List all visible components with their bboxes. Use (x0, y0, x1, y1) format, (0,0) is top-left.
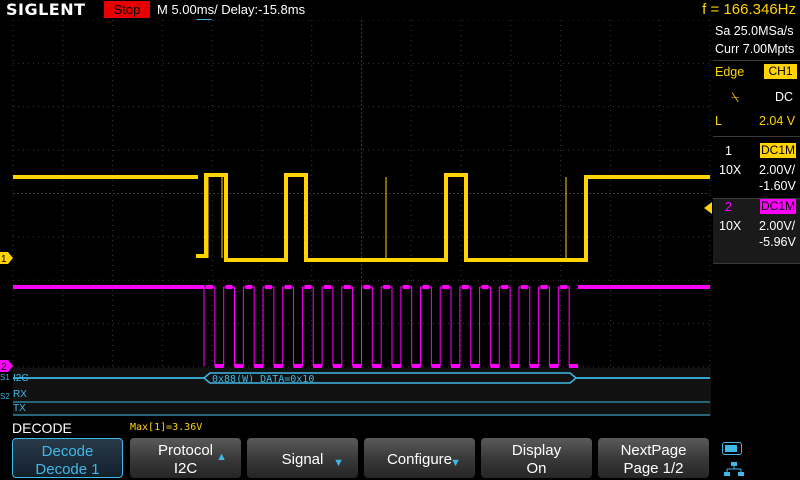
trigger-source: CH1 (764, 64, 797, 79)
channel-1-offset: -1.60V (759, 179, 796, 193)
decode-softkey-value: Decode 1 (35, 461, 100, 478)
bus-1-marker: S1 (0, 373, 10, 382)
channel-1-marker-label: 1 (1, 254, 7, 265)
decode-softkey-label: Decode (41, 443, 94, 460)
measurement-readout: Max[1]=3.36V (130, 422, 203, 433)
next-page-softkey-label: NextPage (620, 442, 687, 459)
channel-1-coupling: DC1M (760, 143, 796, 158)
display-softkey[interactable]: Display On (481, 438, 592, 478)
up-arrow-icon: ▲ (216, 451, 227, 463)
channel-2-probe: 10X (719, 219, 742, 233)
signal-softkey[interactable]: Signal ▼ (247, 438, 358, 478)
rising-edge-icon: ⍀ (731, 89, 740, 105)
waveform-display[interactable]: 1 2 0x88(W) DATA=0x10 I2C S1 S2 RX TX (0, 20, 713, 416)
brand-logo: SIGLENT (6, 0, 86, 19)
frequency-readout: f = 166.346Hz (702, 1, 796, 18)
trigger-level-label: L (715, 114, 722, 128)
timebase-readout[interactable]: M 5.00ms/ Delay:-15.8ms (157, 0, 305, 20)
bus-2-rx-label: RX (13, 389, 27, 400)
channel-2-info[interactable]: 2 DC1M 10X 2.00V/ -5.96V (713, 199, 800, 263)
softkey-bar: Decode Decode 1 Protocol I2C ▲ Signal ▼ … (0, 436, 800, 480)
channel-2-offset: -5.96V (759, 235, 796, 249)
network-icon (724, 462, 744, 476)
top-status-bar: SIGLENT Stop M 5.00ms/ Delay:-15.8ms f =… (0, 0, 800, 20)
trigger-coupling: DC (775, 90, 794, 104)
trigger-type: Edge (715, 65, 745, 79)
menu-title: DECODE (12, 420, 72, 436)
configure-softkey[interactable]: Configure ▼ (364, 438, 475, 478)
sample-rate: Sa 25.0MSa/s (715, 24, 794, 38)
protocol-softkey[interactable]: Protocol I2C ▲ (130, 438, 241, 478)
trigger-level: 2.04 V (759, 114, 796, 128)
run-stop-status[interactable]: Stop (104, 1, 150, 18)
channel-1-probe: 10X (719, 163, 742, 177)
memory-depth: Curr 7.00Mpts (715, 42, 795, 56)
channel-2-number: 2 (725, 200, 732, 214)
usb-icon (722, 442, 742, 455)
decode-area (13, 368, 711, 416)
bus-1-label: I2C (13, 373, 29, 384)
i2c-frame-text: 0x88(W) DATA=0x10 (212, 374, 314, 385)
display-softkey-value: On (526, 460, 547, 477)
channel-1-number: 1 (725, 144, 732, 158)
decode-softkey[interactable]: Decode Decode 1 (12, 438, 123, 478)
down-arrow-icon: ▼ (333, 457, 344, 469)
down-arrow-icon: ▼ (450, 457, 461, 469)
display-softkey-label: Display (511, 442, 562, 459)
info-panel: Sa 25.0MSa/s Curr 7.00Mpts Edge CH1 ⍀ DC… (713, 20, 800, 416)
bus-2-marker: S2 (0, 392, 10, 401)
channel-2-coupling: DC1M (760, 199, 796, 214)
bus-2-tx-label: TX (13, 403, 26, 414)
next-page-softkey[interactable]: NextPage Page 1/2 (598, 438, 709, 478)
channel-2-marker-label: 2 (1, 362, 7, 373)
next-page-softkey-value: Page 1/2 (623, 460, 684, 477)
